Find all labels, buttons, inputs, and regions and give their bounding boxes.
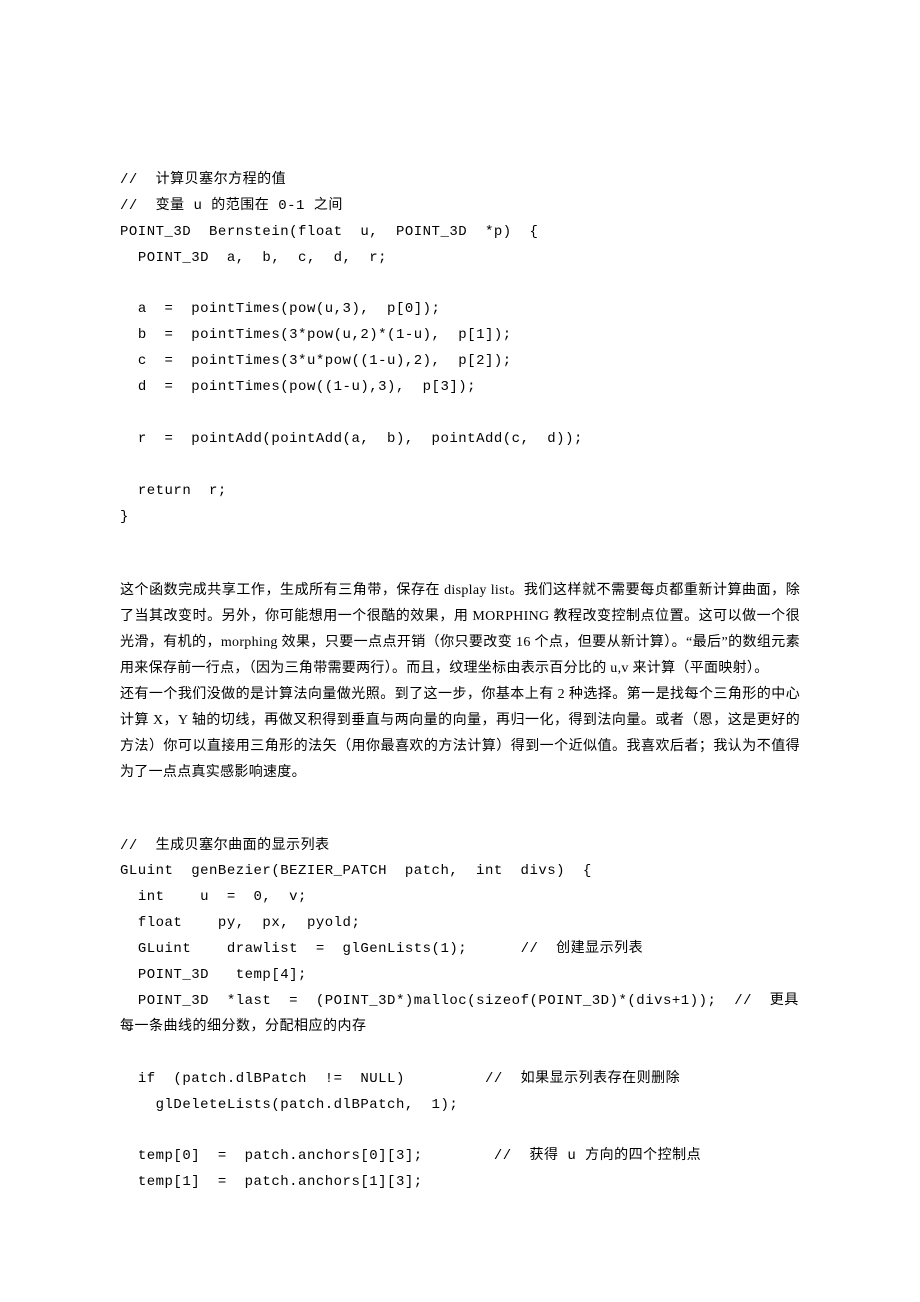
document-page: // 计算贝塞尔方程的值 // 变量 u 的范围在 0-1 之间 POINT_3… <box>0 0 920 1302</box>
spacer <box>120 530 800 578</box>
spacer <box>120 786 800 834</box>
code-block-genbezier: // 生成贝塞尔曲面的显示列表 GLuint genBezier(BEZIER_… <box>120 834 800 1196</box>
paragraph-1: 这个函数完成共享工作，生成所有三角带，保存在 display list。我们这样… <box>120 578 800 682</box>
code-block-bernstein: // 计算贝塞尔方程的值 // 变量 u 的范围在 0-1 之间 POINT_3… <box>120 168 800 530</box>
paragraph-2: 还有一个我们没做的是计算法向量做光照。到了这一步，你基本上有 2 种选择。第一是… <box>120 682 800 786</box>
